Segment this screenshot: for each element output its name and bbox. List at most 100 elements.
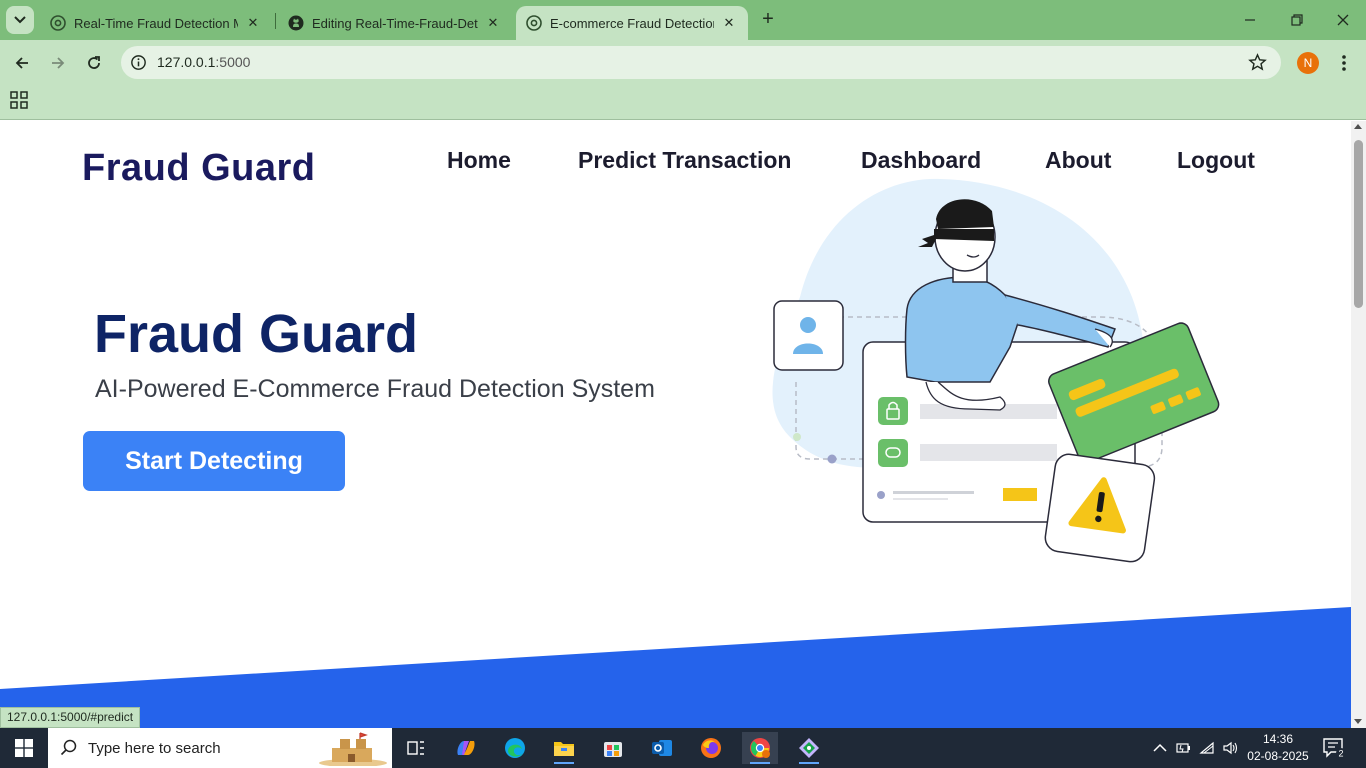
chrome-app[interactable] — [742, 732, 778, 764]
hero-title: Fraud Guard — [94, 304, 419, 364]
search-icon — [60, 739, 77, 756]
close-icon[interactable]: ✕ — [244, 14, 262, 32]
tab-title: Editing Real-Time-Fraud-Detect — [312, 15, 478, 31]
copilot-icon — [457, 741, 475, 755]
arrow-left-icon — [15, 57, 28, 69]
minimize-icon — [1245, 19, 1255, 21]
user-card — [773, 300, 844, 371]
browser-toolbar: 127.0.0.1:5000 N — [0, 40, 1366, 120]
taskbar-search-box[interactable]: Type here to search — [48, 728, 392, 768]
user-icon — [800, 317, 816, 333]
edge-app[interactable] — [497, 732, 533, 764]
clock-time: 14:36 — [1262, 732, 1294, 746]
connector-dot — [793, 433, 801, 441]
apps-grid-icon[interactable] — [10, 91, 28, 109]
git-app[interactable] — [791, 732, 827, 764]
hero-subtitle: AI-Powered E-Commerce Fraud Detection Sy… — [95, 375, 655, 403]
start-button[interactable] — [0, 728, 48, 768]
address-bar[interactable]: 127.0.0.1:5000 — [121, 46, 1281, 79]
close-icon — [1337, 14, 1349, 26]
nav-logout[interactable]: Logout — [1177, 147, 1255, 174]
url-host: 127.0.0.1 — [157, 54, 216, 70]
eye-mask — [934, 229, 994, 241]
nav-dashboard[interactable]: Dashboard — [861, 147, 981, 174]
windows-taskbar: Type here to search 14:36 02-08-2025 2 — [0, 728, 1366, 768]
sandcastle-highlight-icon — [319, 732, 387, 766]
reload-button[interactable] — [81, 50, 107, 76]
nav-home[interactable]: Home — [447, 147, 511, 174]
task-view-icon — [407, 741, 424, 755]
page-scrollbar[interactable] — [1351, 121, 1366, 728]
battery-icon[interactable] — [1175, 740, 1191, 756]
copilot-app[interactable] — [448, 732, 484, 764]
back-button[interactable] — [9, 50, 35, 76]
chrome-icon — [750, 738, 770, 758]
start-detecting-button[interactable]: Start Detecting — [83, 431, 345, 491]
fraud-illustration — [772, 178, 1220, 563]
lock-icon — [878, 397, 908, 425]
arrow-right-icon — [52, 57, 65, 69]
url-text: 127.0.0.1:5000 — [157, 54, 250, 70]
close-icon[interactable]: ✕ — [720, 14, 738, 32]
running-indicator — [554, 762, 574, 764]
chrome-icon — [526, 15, 542, 31]
nav-predict-transaction[interactable]: Predict Transaction — [578, 147, 791, 174]
github-icon — [288, 15, 304, 31]
running-indicator — [799, 762, 819, 764]
profile-avatar[interactable]: N — [1297, 52, 1319, 74]
store-app[interactable] — [595, 732, 631, 764]
reload-icon — [88, 56, 100, 69]
page-viewport: Fraud Guard Home Predict Transaction Das… — [0, 121, 1351, 728]
search-placeholder: Type here to search — [88, 739, 221, 757]
link-status-bubble: 127.0.0.1:5000/#predict — [0, 707, 141, 728]
clock-date: 02-08-2025 — [1247, 749, 1309, 763]
tab-divider — [275, 13, 276, 29]
star-icon[interactable] — [1248, 53, 1267, 72]
tab-title: E-commerce Fraud Detection — [550, 15, 714, 31]
minimize-button[interactable] — [1238, 8, 1262, 32]
url-port: :5000 — [215, 54, 251, 70]
tab-bar: Real-Time Fraud Detection ML ✕ Editing R… — [0, 0, 1366, 40]
scroll-down-arrow-icon[interactable] — [1354, 719, 1362, 724]
restore-button[interactable] — [1285, 8, 1309, 32]
tab-github-edit[interactable]: Editing Real-Time-Fraud-Detect ✕ — [278, 6, 512, 40]
close-icon[interactable]: ✕ — [484, 14, 502, 32]
scroll-up-arrow-icon[interactable] — [1354, 124, 1362, 129]
system-clock[interactable]: 14:36 02-08-2025 — [1246, 731, 1310, 765]
store-icon — [604, 742, 622, 757]
blue-wave-divider — [0, 607, 1351, 728]
info-icon[interactable] — [129, 53, 148, 72]
restore-icon — [1291, 14, 1303, 26]
nav-about[interactable]: About — [1045, 147, 1111, 174]
notification-center-icon[interactable]: 2 — [1322, 737, 1346, 759]
windows-logo-icon — [15, 739, 33, 757]
forward-button[interactable] — [45, 50, 71, 76]
notification-count: 2 — [1338, 749, 1343, 759]
firefox-icon — [701, 738, 721, 758]
more-menu-icon[interactable] — [1334, 52, 1354, 74]
wifi-icon[interactable] — [1199, 740, 1215, 756]
task-view-button[interactable] — [398, 732, 434, 764]
tab-search-button[interactable] — [6, 6, 34, 34]
outlook-icon — [652, 740, 672, 756]
tab-fraud-ml[interactable]: Real-Time Fraud Detection ML ✕ — [40, 6, 272, 40]
chevron-down-icon — [14, 16, 26, 24]
scroll-thumb[interactable] — [1354, 140, 1363, 308]
edge-icon — [505, 738, 525, 758]
outlook-app[interactable] — [644, 732, 680, 764]
tab-ecommerce-fraud[interactable]: E-commerce Fraud Detection ✕ — [516, 6, 748, 40]
running-indicator — [750, 762, 770, 764]
chrome-icon — [50, 15, 66, 31]
new-tab-button[interactable]: + — [756, 8, 780, 32]
warning-card — [1044, 453, 1156, 563]
firefox-app[interactable] — [693, 732, 729, 764]
site-logo[interactable]: Fraud Guard — [82, 147, 316, 190]
volume-icon[interactable] — [1222, 740, 1238, 756]
file-explorer-app[interactable] — [546, 732, 582, 764]
file-explorer-icon — [554, 742, 574, 756]
tab-title: Real-Time Fraud Detection ML — [74, 15, 238, 31]
toggle-icon — [878, 439, 908, 467]
close-window-button[interactable] — [1331, 8, 1355, 32]
git-icon — [799, 738, 819, 758]
chevron-up-icon[interactable] — [1152, 740, 1168, 756]
